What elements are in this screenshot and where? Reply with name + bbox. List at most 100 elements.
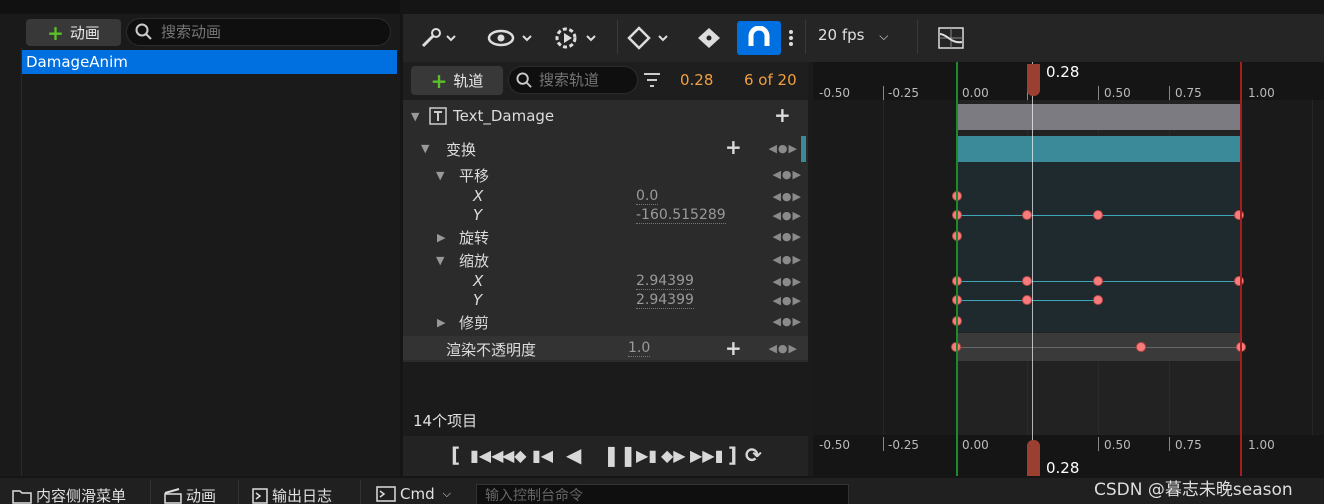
- add-track-label: 轨道: [453, 72, 484, 90]
- eye-icon: [487, 29, 532, 47]
- shear-row[interactable]: ▶ 修剪 ◀●▶: [403, 311, 808, 333]
- channel-label: Y: [473, 291, 483, 309]
- object-row[interactable]: ▼ Text_Damage +: [403, 103, 808, 129]
- transform-section-bar[interactable]: [957, 136, 1240, 162]
- channel-value[interactable]: 2.94399: [636, 292, 694, 309]
- translation-y-row[interactable]: Y -160.515289 ◀●▶: [403, 206, 808, 225]
- current-time[interactable]: 0.28: [680, 71, 713, 89]
- opacity-row[interactable]: 渲染不透明度 1.0 + ◀●▶: [403, 336, 808, 360]
- set-end-icon[interactable]: ]: [728, 443, 737, 467]
- add-key-icon[interactable]: +: [725, 336, 742, 360]
- add-key-icon[interactable]: +: [725, 135, 742, 159]
- add-track-button[interactable]: + 轨道: [411, 66, 503, 95]
- fps-selector[interactable]: 20 fps ⌵: [818, 26, 888, 44]
- playhead-handle-bottom[interactable]: [1027, 440, 1040, 476]
- keyframe[interactable]: [1022, 276, 1032, 286]
- translation-row[interactable]: ▼ 平移 ◀●▶: [403, 164, 808, 186]
- set-start-icon[interactable]: [: [451, 443, 460, 467]
- snapping-button[interactable]: [737, 21, 781, 55]
- keyframe[interactable]: [1234, 276, 1244, 286]
- add-track-icon[interactable]: +: [774, 103, 791, 127]
- scale-label: 缩放: [459, 252, 490, 270]
- cmd-selector[interactable]: Cmd ⌵: [376, 485, 451, 503]
- translation-x-row[interactable]: X 0.0 ◀●▶: [403, 187, 808, 206]
- key-navigation[interactable]: ◀●▶: [768, 142, 798, 155]
- opacity-value[interactable]: 1.0: [628, 340, 651, 357]
- animation-list-item[interactable]: DamageAnim: [22, 50, 397, 74]
- next-key-icon[interactable]: ◆▶: [661, 446, 686, 465]
- channel-value[interactable]: 2.94399: [636, 273, 694, 290]
- log-icon: [252, 487, 268, 504]
- widget-section-bar[interactable]: [957, 104, 1240, 130]
- key-options-button[interactable]: [624, 20, 674, 56]
- divider: [21, 48, 22, 476]
- key-navigation[interactable]: ◀●▶: [772, 294, 802, 307]
- keyframe[interactable]: [1022, 295, 1032, 305]
- expand-right-icon: ▶: [437, 316, 446, 329]
- view-options-button[interactable]: [484, 20, 540, 56]
- channel-value[interactable]: 0.0: [636, 188, 659, 205]
- tick-label: 0.00: [962, 438, 989, 452]
- track-search[interactable]: [508, 66, 638, 94]
- keyframe[interactable]: [1093, 295, 1103, 305]
- curve-editor-button[interactable]: [934, 20, 968, 56]
- keyframe[interactable]: [1022, 210, 1032, 220]
- animation-search[interactable]: [126, 18, 391, 46]
- transform-channels-area: [957, 162, 1240, 332]
- output-log-label: 输出日志: [272, 487, 333, 504]
- rotation-row[interactable]: ▶ 旋转 ◀●▶: [403, 226, 808, 248]
- terminal-icon: [376, 486, 396, 502]
- previous-key-icon[interactable]: ◀◆: [502, 446, 527, 465]
- animation-tab-button[interactable]: 动画: [164, 485, 216, 504]
- output-log-button[interactable]: 输出日志: [252, 485, 332, 504]
- scale-y-row[interactable]: Y 2.94399 ◀●▶: [403, 291, 808, 310]
- add-key-button[interactable]: [694, 20, 724, 56]
- jump-to-start-icon[interactable]: ▮◀◀: [470, 446, 503, 465]
- filter-button[interactable]: [642, 70, 662, 94]
- top-strip: [0, 0, 400, 14]
- add-animation-button[interactable]: + 动画: [26, 19, 121, 46]
- playback-options-button[interactable]: [552, 20, 602, 56]
- playback-start-marker[interactable]: [956, 62, 958, 476]
- key-navigation[interactable]: ◀●▶: [768, 342, 798, 355]
- play-reverse-icon[interactable]: ◀: [566, 443, 581, 467]
- animation-search-input[interactable]: [161, 23, 381, 41]
- key-navigation[interactable]: ◀●▶: [772, 209, 802, 222]
- tools-button[interactable]: [414, 20, 464, 56]
- key-navigation[interactable]: ◀●▶: [772, 168, 802, 181]
- loop-icon[interactable]: ⟳: [745, 443, 762, 467]
- pause-icon[interactable]: ❚❚: [603, 443, 637, 467]
- step-forward-icon[interactable]: ▶▮: [636, 446, 657, 465]
- plus-icon: +: [430, 68, 448, 93]
- key-navigation[interactable]: ◀●▶: [772, 190, 802, 203]
- content-drawer-button[interactable]: 内容侧滑菜单: [12, 485, 126, 504]
- key-navigation[interactable]: ◀●▶: [772, 315, 802, 328]
- keyframe[interactable]: [1093, 276, 1103, 286]
- opacity-label: 渲染不透明度: [446, 341, 537, 359]
- transform-label: 变换: [446, 141, 477, 159]
- playhead-line[interactable]: [1032, 62, 1033, 476]
- playhead-handle-top[interactable]: [1027, 64, 1040, 96]
- keyframe[interactable]: [1093, 210, 1103, 220]
- key-navigation[interactable]: ◀●▶: [772, 230, 802, 243]
- track-search-input[interactable]: [539, 71, 631, 89]
- key-navigation[interactable]: ◀●▶: [772, 253, 802, 266]
- scale-x-row[interactable]: X 2.94399 ◀●▶: [403, 272, 808, 291]
- snapping-options-button[interactable]: [784, 20, 798, 56]
- console-input[interactable]: 输入控制台命令: [476, 484, 849, 504]
- curve-editor-icon: [938, 27, 964, 49]
- scale-row[interactable]: ▼ 缩放 ◀●▶: [403, 249, 808, 271]
- wrench-icon: [421, 28, 456, 48]
- transform-row[interactable]: ▼ 变换 + ◀●▶: [403, 135, 808, 161]
- step-back-icon[interactable]: ▮◀: [532, 446, 553, 465]
- jump-to-end-icon[interactable]: ▶▶▮: [690, 446, 723, 465]
- key-navigation[interactable]: ◀●▶: [772, 275, 802, 288]
- keyframe[interactable]: [1234, 210, 1244, 220]
- ruler-tick: [1169, 437, 1170, 451]
- ruler-tick: [1098, 86, 1099, 100]
- tick-label: 0.00: [962, 86, 989, 100]
- shear-label: 修剪: [459, 314, 490, 332]
- channel-value[interactable]: -160.515289: [636, 207, 726, 224]
- keyframe[interactable]: [1136, 342, 1146, 352]
- playback-end-marker[interactable]: [1240, 62, 1242, 476]
